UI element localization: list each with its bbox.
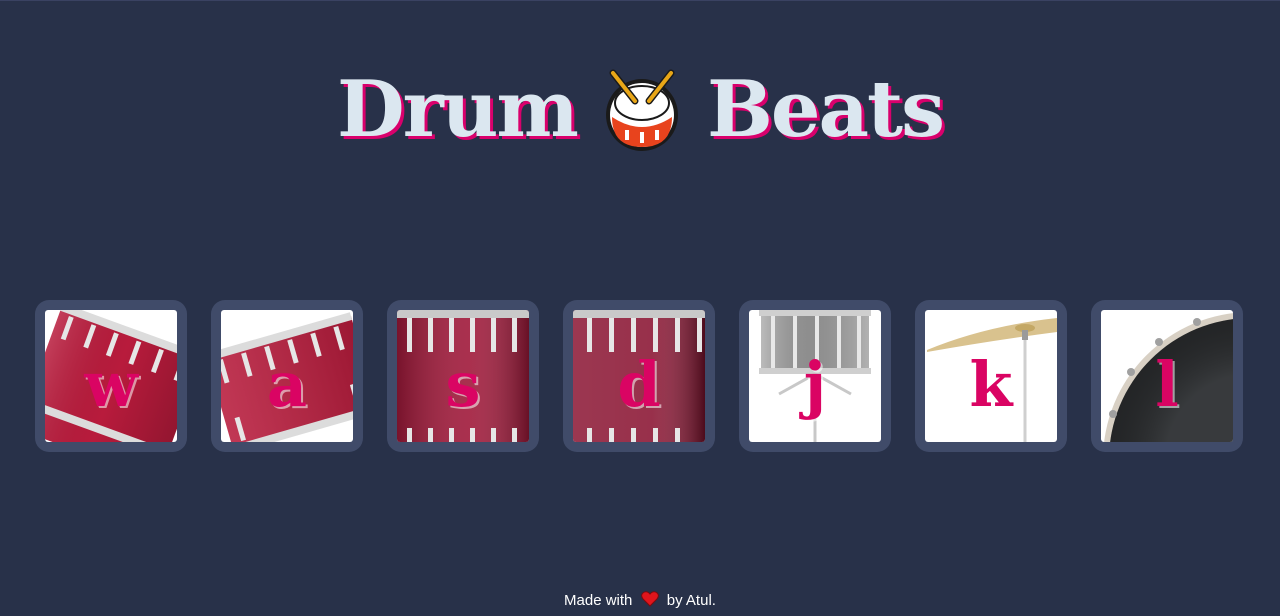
drum-key-l[interactable]: l	[1091, 300, 1243, 452]
footer-by-author: by Atul.	[666, 592, 716, 609]
key-letter: w	[84, 348, 138, 421]
key-pad: j	[749, 310, 881, 442]
drum-key-a[interactable]: a	[211, 300, 363, 452]
key-pad: w	[45, 310, 177, 442]
drum-icon	[605, 69, 678, 151]
drum-key-s[interactable]: s	[387, 300, 539, 452]
key-pad: d	[573, 310, 705, 442]
page-title: Drum Beats	[0, 67, 1280, 153]
key-letter: l	[1155, 348, 1179, 421]
drum-key-j[interactable]: j	[739, 300, 891, 452]
heart-icon	[640, 591, 659, 607]
key-pad: k	[925, 310, 1057, 442]
drum-key-k[interactable]: k	[915, 300, 1067, 452]
title-word-beats: Beats	[706, 64, 945, 155]
key-letter: a	[266, 348, 308, 421]
key-pad: a	[221, 310, 353, 442]
key-letter: j	[803, 348, 827, 421]
drum-key-d[interactable]: d	[563, 300, 715, 452]
key-letter: d	[617, 348, 661, 421]
key-pad: s	[397, 310, 529, 442]
key-letter: s	[445, 348, 481, 421]
key-pad: l	[1101, 310, 1233, 442]
footer: Made with by Atul.	[0, 591, 1280, 609]
footer-made-with: Made with	[564, 592, 633, 609]
drum-keys: w a s d j k l	[35, 300, 1243, 452]
title-word-drum: Drum	[336, 64, 579, 155]
drum-key-w[interactable]: w	[35, 300, 187, 452]
key-letter: k	[969, 348, 1013, 421]
